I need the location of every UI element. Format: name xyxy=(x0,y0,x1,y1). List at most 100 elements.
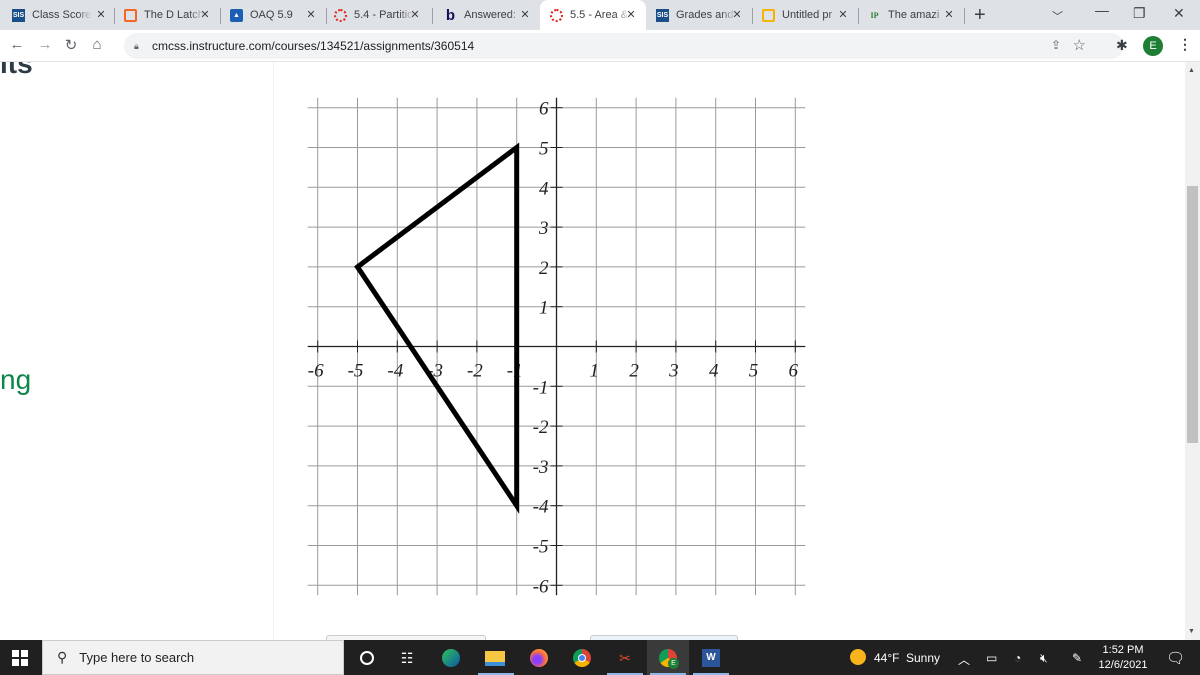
tab-oaq[interactable]: ▲ OAQ 5.9 ✕ xyxy=(230,0,326,30)
edge-icon[interactable] xyxy=(440,647,462,669)
cortana-icon[interactable] xyxy=(356,647,378,669)
wifi-icon[interactable]: ◔ xyxy=(1014,651,1021,665)
windows-start-icon[interactable] xyxy=(12,650,28,666)
x-tick-label: 1 xyxy=(590,361,600,382)
tab-untitled[interactable]: Untitled pr ✕ xyxy=(762,0,858,30)
y-tick-label: 2 xyxy=(539,258,549,279)
close-tab-icon[interactable]: ✕ xyxy=(304,8,318,21)
tab-title: 5.4 - Partition xyxy=(354,9,414,21)
profile-avatar[interactable]: E xyxy=(1143,36,1163,56)
close-tab-icon[interactable]: ✕ xyxy=(518,8,532,21)
chrome-profile-icon[interactable]: E xyxy=(657,647,679,669)
x-tick-label: 5 xyxy=(749,361,759,382)
bartleby-icon: b xyxy=(445,6,456,24)
close-window-button[interactable]: ✕ xyxy=(1173,5,1185,22)
column-divider xyxy=(273,62,274,640)
notifications-icon[interactable]: 🗨︎ xyxy=(1166,649,1185,667)
tab-answered[interactable]: b Answered: ✕ xyxy=(444,0,540,30)
taskbar-search-box[interactable]: ⚲ Type here to search xyxy=(42,640,344,675)
tab-strip: SIS Class Score ✕ The D Latch ✕ ▲ OAQ 5.… xyxy=(0,0,1200,30)
clock-date: 12/6/2021 xyxy=(1098,659,1148,671)
tab-class-score[interactable]: SIS Class Score ✕ xyxy=(12,0,116,30)
x-tick-label: -4 xyxy=(387,361,403,382)
search-icon: ⚲ xyxy=(57,649,68,665)
address-bar[interactable]: 🔒︎ cmcss.instructure.com/courses/134521/… xyxy=(124,33,1124,59)
y-tick-label: -4 xyxy=(533,497,549,518)
y-tick-label: -3 xyxy=(533,457,549,478)
show-hidden-icons-chevron[interactable]: ︿ xyxy=(958,651,970,668)
back-button[interactable]: ← xyxy=(8,36,26,53)
tab-grades[interactable]: SIS Grades and ✕ xyxy=(656,0,752,30)
tab-amazing[interactable]: IP The amazi ✕ xyxy=(868,0,964,30)
page-content: its ng -6 -5 -4 -3 -2 -1 1 2 3 4 5 6 6 5 4 3 2 1 -1 -2 -3 -4-… xyxy=(0,62,1185,640)
close-tab-icon[interactable]: ✕ xyxy=(942,8,956,21)
close-tab-icon[interactable]: ✕ xyxy=(198,8,212,21)
reload-button[interactable]: ↻ xyxy=(62,36,80,54)
restore-button[interactable]: ❐ xyxy=(1133,5,1146,22)
snipping-tool-icon[interactable]: ✂ xyxy=(614,647,636,669)
page-scrollbar[interactable]: ▲ ▼ xyxy=(1185,62,1200,640)
pen-ink-icon[interactable]: ✎ xyxy=(1072,651,1082,665)
x-tick-label: 2 xyxy=(629,361,639,382)
minimize-button[interactable]: — xyxy=(1095,2,1109,18)
scrollbar-thumb[interactable] xyxy=(1187,186,1198,443)
canvas-icon xyxy=(550,8,563,22)
home-button[interactable]: ⌂ xyxy=(88,36,106,53)
y-tick-label: 3 xyxy=(538,218,549,239)
chrome-icon[interactable] xyxy=(571,647,593,669)
close-tab-icon[interactable]: ✕ xyxy=(836,8,850,21)
clock-time: 1:52 PM xyxy=(1102,644,1144,656)
tab-title: Answered: xyxy=(464,9,516,21)
forward-button[interactable]: → xyxy=(36,36,54,53)
scroll-up-arrow-icon[interactable]: ▲ xyxy=(1188,67,1195,74)
windows-taskbar: ⚲ Type here to search ☷ ✂ E W 44°F Sunny… xyxy=(0,640,1200,675)
scroll-down-arrow-icon[interactable]: ▼ xyxy=(1188,628,1195,635)
share-icon[interactable]: ⇪ xyxy=(1051,38,1061,52)
slides-icon xyxy=(762,8,775,22)
user-card-icon: ▲ xyxy=(230,8,243,22)
tab-search-chevron-icon[interactable]: ﹀ xyxy=(1052,8,1063,24)
y-tick-label: -1 xyxy=(533,377,549,398)
weather-desc[interactable]: Sunny xyxy=(906,651,940,665)
tab-d-latch[interactable]: The D Latch ✕ xyxy=(124,0,220,30)
weather-temp[interactable]: 44°F xyxy=(874,651,899,665)
x-tick-label: 4 xyxy=(709,361,719,382)
browser-menu-icon[interactable]: ⋮ xyxy=(1178,36,1192,53)
file-explorer-icon[interactable] xyxy=(484,647,506,669)
tab-separator xyxy=(752,8,753,24)
volume-muted-icon[interactable]: 🔇︎ xyxy=(1040,651,1048,666)
extensions-puzzle-icon[interactable]: ✱ xyxy=(1116,37,1128,54)
battery-icon[interactable]: ▭ xyxy=(986,651,997,665)
tab-title: Grades and xyxy=(676,9,734,21)
ip-icon: IP xyxy=(870,10,879,20)
chip-icon xyxy=(124,8,137,22)
close-tab-icon[interactable]: ✕ xyxy=(730,8,744,21)
sis-icon: SIS xyxy=(12,8,25,22)
close-tab-icon[interactable]: ✕ xyxy=(624,8,638,21)
tab-separator xyxy=(326,8,327,24)
canvas-icon xyxy=(334,8,347,22)
green-heading-fragment: ng xyxy=(0,364,32,395)
url-text[interactable]: cmcss.instructure.com/courses/134521/ass… xyxy=(152,39,474,53)
tab-separator xyxy=(964,8,965,24)
lock-icon: 🔒︎ xyxy=(134,41,139,51)
close-tab-icon[interactable]: ✕ xyxy=(94,8,108,21)
tab-area-active[interactable]: 5.5 - Area & ✕ xyxy=(540,0,646,30)
close-tab-icon[interactable]: ✕ xyxy=(408,8,422,21)
word-icon[interactable]: W xyxy=(700,647,722,669)
weather-sun-icon[interactable] xyxy=(850,649,866,665)
tab-title: Untitled pr xyxy=(782,9,833,21)
bookmark-star-icon[interactable]: ☆ xyxy=(1073,36,1086,54)
new-tab-button[interactable]: + xyxy=(974,4,986,27)
search-placeholder: Type here to search xyxy=(79,650,195,665)
x-tick-label: -6 xyxy=(308,361,324,382)
tab-partition[interactable]: 5.4 - Partition ✕ xyxy=(334,0,430,30)
tab-title: Class Score xyxy=(32,9,92,21)
task-view-icon[interactable]: ☷ xyxy=(396,647,418,669)
firefox-icon[interactable] xyxy=(528,647,550,669)
taskbar-clock[interactable]: 1:52 PM 12/6/2021 xyxy=(1098,643,1148,673)
tab-title: The amazi xyxy=(888,9,940,21)
coordinate-graph: -6 -5 -4 -3 -2 -1 1 2 3 4 5 6654321-1-2-3-4-5-6 xyxy=(307,97,806,597)
page-heading-fragment: its xyxy=(0,62,33,79)
y-tick-label: -2 xyxy=(533,417,549,438)
